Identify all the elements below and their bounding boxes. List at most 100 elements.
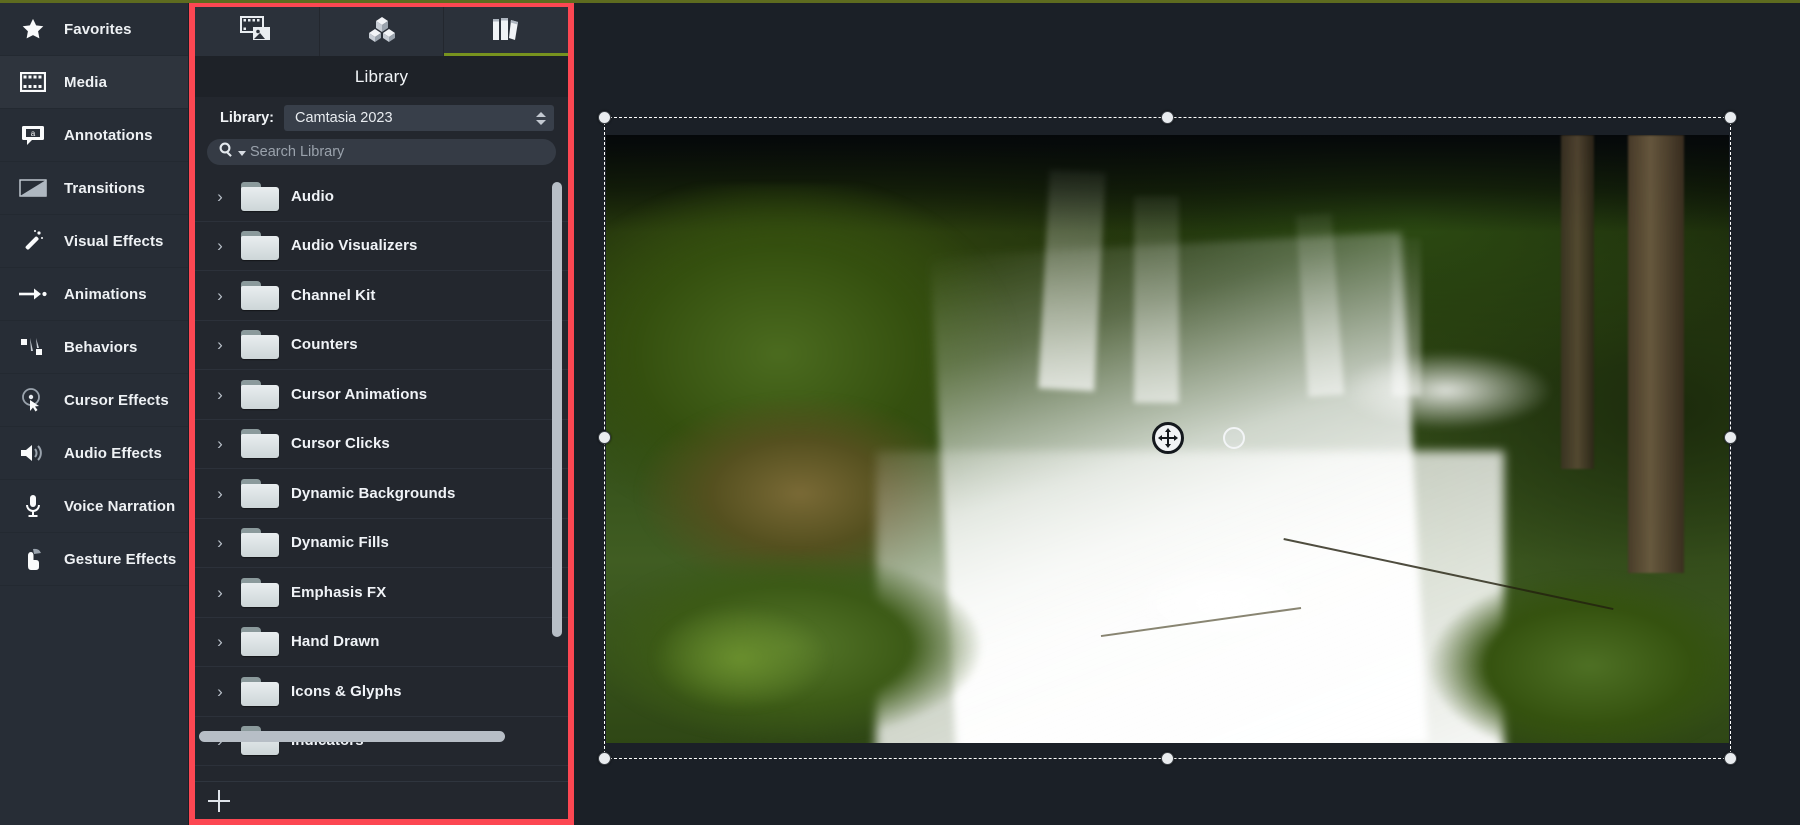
vertical-scrollbar[interactable] <box>552 182 562 637</box>
chevron-right-icon[interactable]: › <box>211 188 229 205</box>
library-folder-row[interactable]: › Icons & Glyphs <box>195 667 568 717</box>
resize-handle-middle-right[interactable] <box>1724 431 1737 444</box>
library-folder-row[interactable]: › Dynamic Fills <box>195 519 568 568</box>
chevron-right-icon[interactable]: › <box>211 584 229 601</box>
cubes-icon <box>366 15 398 48</box>
library-folder-label: Counters <box>291 336 358 354</box>
sidebar-item-behaviors[interactable]: Behaviors <box>0 321 188 374</box>
library-folder-row[interactable]: › Hand Drawn <box>195 618 568 667</box>
sidebar-item-voice-narration[interactable]: Voice Narration <box>0 480 188 533</box>
folder-icon <box>241 478 279 508</box>
library-folder-label: Emphasis FX <box>291 583 387 601</box>
library-select-label: Library: <box>220 110 274 126</box>
resize-handle-top-left[interactable] <box>598 111 611 124</box>
horizontal-scrollbar-track <box>195 731 568 743</box>
library-panel: Library Library: Camtasia 2023 Search Li… <box>189 0 574 825</box>
sidebar-item-transitions[interactable]: Transitions <box>0 162 188 215</box>
tab-assets[interactable] <box>320 7 445 56</box>
sidebar-item-label: Visual Effects <box>64 232 164 250</box>
sidebar-item-animations[interactable]: Animations <box>0 268 188 321</box>
folder-icon <box>241 627 279 657</box>
resize-handle-bottom-center[interactable] <box>1160 752 1174 765</box>
search-icon <box>219 142 234 162</box>
library-folder-label: Cursor Clicks <box>291 435 390 453</box>
library-folder-row[interactable]: › Channel Kit <box>195 271 568 321</box>
library-folder-row[interactable]: › Counters <box>195 321 568 370</box>
folder-icon <box>241 577 279 607</box>
folder-icon <box>241 676 279 706</box>
preview-canvas[interactable] <box>574 0 1800 825</box>
sidebar-item-label: Gesture Effects <box>64 550 177 568</box>
chevron-right-icon[interactable]: › <box>211 336 229 353</box>
library-folder-row[interactable]: › Cursor Animations <box>195 370 568 420</box>
books-icon <box>490 15 522 48</box>
folder-icon <box>241 330 279 360</box>
chevron-right-icon[interactable]: › <box>211 683 229 700</box>
library-folder-label: Dynamic Fills <box>291 534 390 552</box>
tab-library[interactable] <box>444 7 568 56</box>
folder-icon <box>241 231 279 261</box>
microphone-icon <box>18 491 48 521</box>
library-folder-label: Audio <box>291 187 334 205</box>
chevron-right-icon[interactable]: › <box>211 633 229 650</box>
library-select[interactable]: Camtasia 2023 <box>284 105 554 131</box>
library-folder-row[interactable]: › Dynamic Backgrounds <box>195 469 568 519</box>
sidebar-item-favorites[interactable]: Favorites <box>0 3 188 56</box>
chevron-right-icon[interactable]: › <box>211 386 229 403</box>
search-placeholder: Search Library <box>250 144 345 160</box>
media-film-photo-icon <box>239 15 274 48</box>
sidebar-item-annotations[interactable]: a Annotations <box>0 109 188 162</box>
caret-down-icon[interactable] <box>238 150 246 156</box>
panel-tab-bar <box>195 7 568 56</box>
sidebar-item-cursor-effects[interactable]: Cursor Effects <box>0 374 188 427</box>
library-folder-label: Audio Visualizers <box>291 237 418 255</box>
up-down-stepper-icon[interactable] <box>536 111 546 125</box>
sidebar-item-gesture-effects[interactable]: Gesture Effects <box>0 533 188 586</box>
magic-wand-icon <box>18 226 48 256</box>
sidebar-item-audio-effects[interactable]: Audio Effects <box>0 427 188 480</box>
chevron-right-icon[interactable]: › <box>211 534 229 551</box>
chevron-right-icon[interactable]: › <box>211 287 229 304</box>
top-accent-rule <box>0 0 1800 3</box>
library-folder-row[interactable]: › Audio <box>195 172 568 222</box>
sidebar-item-visual-effects[interactable]: Visual Effects <box>0 215 188 268</box>
library-folder-row[interactable]: › Audio Visualizers <box>195 222 568 271</box>
arrow-motion-icon <box>18 279 48 309</box>
sidebar-item-label: Audio Effects <box>64 444 162 462</box>
search-row: Search Library <box>195 139 568 172</box>
plus-icon[interactable] <box>208 789 230 812</box>
camtasia-editor-window: Favorites Media a Annotations Transition… <box>0 0 1800 825</box>
folder-icon <box>241 528 279 558</box>
tool-sidebar: Favorites Media a Annotations Transition… <box>0 0 189 825</box>
sidebar-item-label: Behaviors <box>64 338 138 356</box>
chevron-right-icon[interactable]: › <box>211 485 229 502</box>
resize-handle-bottom-right[interactable] <box>1724 752 1737 765</box>
hand-pointer-icon <box>18 544 48 574</box>
horizontal-scrollbar[interactable] <box>199 731 505 742</box>
rotate-handle-icon[interactable] <box>1222 427 1245 449</box>
transition-icon <box>18 173 48 203</box>
resize-handle-bottom-left[interactable] <box>598 752 611 765</box>
search-input[interactable]: Search Library <box>207 139 556 165</box>
folder-icon <box>241 181 279 211</box>
sidebar-item-label: Voice Narration <box>64 497 176 515</box>
resize-handle-top-center[interactable] <box>1160 111 1174 124</box>
chevron-right-icon[interactable]: › <box>211 237 229 254</box>
sidebar-item-label: Cursor Effects <box>64 391 169 409</box>
library-folder-row[interactable]: › Cursor Clicks <box>195 420 568 469</box>
svg-text:a: a <box>31 129 36 138</box>
folder-icon <box>241 379 279 409</box>
selection-frame[interactable] <box>598 111 1737 765</box>
tab-media[interactable] <box>195 7 320 56</box>
sidebar-item-media[interactable]: Media <box>0 56 188 109</box>
library-folder-row[interactable]: › Emphasis FX <box>195 568 568 618</box>
library-select-row: Library: Camtasia 2023 <box>195 97 568 139</box>
library-folder-label: Cursor Animations <box>291 385 428 403</box>
chevron-right-icon[interactable]: › <box>211 435 229 452</box>
sidebar-item-label: Annotations <box>64 126 153 144</box>
resize-handle-top-right[interactable] <box>1724 111 1737 124</box>
sidebar-item-label: Favorites <box>64 20 132 38</box>
resize-handle-middle-left[interactable] <box>598 431 611 444</box>
folder-icon <box>241 280 279 310</box>
move-four-arrows-icon[interactable] <box>1151 422 1184 454</box>
